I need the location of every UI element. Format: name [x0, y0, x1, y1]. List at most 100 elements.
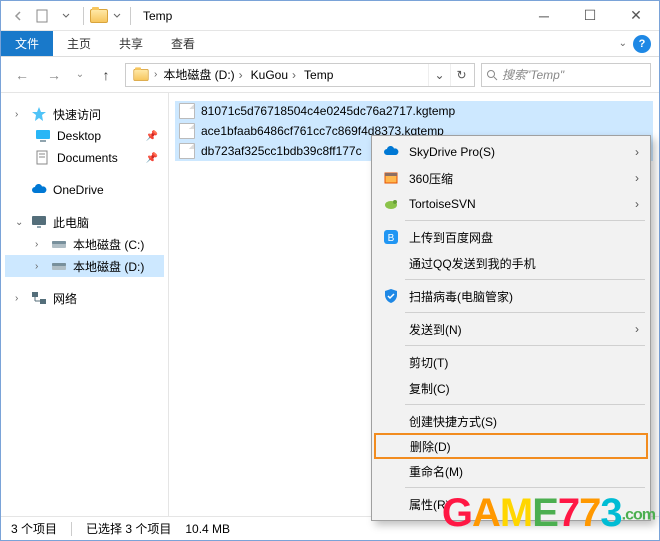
file-name: 81071c5d76718504c4e0245dc76a2717.kgtemp: [201, 104, 455, 118]
chevron-right-icon: ›: [35, 261, 45, 272]
sidebar-item-this-pc[interactable]: ⌄ 此电脑: [5, 211, 164, 233]
refresh-icon[interactable]: ↻: [450, 64, 472, 86]
sidebar-item-drive-c[interactable]: › 本地磁盘 (C:): [5, 233, 164, 255]
label: 重命名(M): [409, 463, 463, 480]
ctx-sendto[interactable]: 发送到(N) ›: [375, 316, 647, 342]
ribbon-tab-view[interactable]: 查看: [157, 31, 209, 56]
navigation-pane: › 快速访问 Desktop 📌 Documents 📌 OneDrive ⌄ …: [1, 93, 169, 516]
ctx-qq[interactable]: 通过QQ发送到我的手机: [375, 250, 647, 276]
folder-icon: [133, 69, 148, 81]
ctx-shortcut[interactable]: 创建快捷方式(S): [375, 408, 647, 434]
folder-icon: [90, 9, 108, 23]
sidebar-item-documents[interactable]: Documents 📌: [5, 147, 164, 169]
chevron-down-icon: ⌄: [15, 217, 25, 228]
ribbon-tab-share[interactable]: 共享: [105, 31, 157, 56]
nav-recent-dropdown[interactable]: ⌄: [73, 62, 87, 88]
separator: [405, 312, 645, 313]
chevron-right-icon: ›: [635, 322, 639, 336]
chevron-right-icon: ›: [635, 145, 639, 159]
desktop-icon: [35, 128, 51, 144]
label: Documents: [57, 151, 118, 165]
svg-text:B: B: [388, 233, 395, 244]
cloud-icon: [31, 182, 47, 198]
label: 通过QQ发送到我的手机: [409, 255, 536, 272]
file-item[interactable]: 81071c5d76718504c4e0245dc76a2717.kgtemp: [175, 101, 653, 121]
minimize-button[interactable]: ─: [521, 1, 567, 31]
label: SkyDrive Pro(S): [409, 145, 495, 159]
pc-icon: [31, 214, 47, 230]
ctx-delete[interactable]: 删除(D): [374, 433, 648, 459]
separator: [405, 220, 645, 221]
window-title: Temp: [143, 9, 172, 23]
separator: [405, 404, 645, 405]
baidu-icon: B: [381, 229, 401, 245]
chevron-right-icon: ›: [635, 197, 639, 211]
address-dropdown-icon[interactable]: ⌄: [428, 64, 450, 86]
qat-dropdown2-icon[interactable]: [110, 5, 124, 27]
shield-icon: [381, 288, 401, 304]
ctx-properties[interactable]: 属性(R): [375, 491, 647, 517]
ctx-tortoisesvn[interactable]: TortoiseSVN ›: [375, 191, 647, 217]
nav-back-button[interactable]: ←: [9, 62, 35, 88]
drive-icon: [51, 236, 67, 252]
address-bar[interactable]: › 本地磁盘 (D:) KuGou Temp ⌄ ↻: [125, 63, 475, 87]
label: Desktop: [57, 129, 101, 143]
quick-access-toolbar: [1, 5, 135, 27]
network-icon: [31, 290, 47, 306]
ctx-rename[interactable]: 重命名(M): [375, 458, 647, 484]
sidebar-item-network[interactable]: › 网络: [5, 287, 164, 309]
tortoise-icon: [381, 196, 401, 212]
breadcrumb[interactable]: Temp: [300, 68, 341, 82]
status-selected: 已选择 3 个项目: [86, 520, 171, 537]
chevron-right-icon: ›: [635, 171, 639, 185]
drive-icon: [51, 258, 67, 274]
ctx-scan[interactable]: 扫描病毒(电脑管家): [375, 283, 647, 309]
label: 上传到百度网盘: [409, 229, 493, 246]
address-bar-row: ← → ⌄ ↑ › 本地磁盘 (D:) KuGou Temp ⌄ ↻ 搜索"Te…: [1, 57, 659, 93]
search-input[interactable]: 搜索"Temp": [481, 63, 651, 87]
label: 属性(R): [409, 496, 450, 513]
context-menu: SkyDrive Pro(S) › 360压缩 › TortoiseSVN › …: [371, 135, 651, 521]
label: TortoiseSVN: [409, 197, 476, 211]
status-size: 10.4 MB: [185, 522, 230, 536]
separator: [83, 7, 84, 25]
documents-icon: [35, 150, 51, 166]
chevron-right-icon: ›: [35, 239, 45, 250]
breadcrumb[interactable]: KuGou: [247, 68, 300, 82]
ribbon-expand-icon[interactable]: ⌄: [619, 38, 627, 49]
label: 发送到(N): [409, 321, 462, 338]
sidebar-item-desktop[interactable]: Desktop 📌: [5, 125, 164, 147]
qat-prev-icon[interactable]: [7, 5, 29, 27]
nav-forward-button[interactable]: →: [41, 62, 67, 88]
ctx-cut[interactable]: 剪切(T): [375, 349, 647, 375]
close-button[interactable]: ✕: [613, 1, 659, 31]
star-icon: [31, 106, 47, 122]
help-icon[interactable]: ?: [633, 35, 651, 53]
qat-doc-icon[interactable]: [31, 5, 53, 27]
ctx-copy[interactable]: 复制(C): [375, 375, 647, 401]
title-bar: Temp ─ ☐ ✕: [1, 1, 659, 31]
sidebar-item-onedrive[interactable]: OneDrive: [5, 179, 164, 201]
file-icon: [179, 123, 195, 139]
pin-icon: 📌: [146, 131, 158, 142]
archive-icon: [381, 170, 401, 186]
label: 快速访问: [53, 106, 101, 123]
ctx-360zip[interactable]: 360压缩 ›: [375, 165, 647, 191]
ribbon-file-tab[interactable]: 文件: [1, 31, 53, 56]
label: 删除(D): [410, 438, 451, 455]
status-count: 3 个项目: [11, 520, 57, 537]
qat-dropdown-icon[interactable]: [55, 5, 77, 27]
maximize-button[interactable]: ☐: [567, 1, 613, 31]
nav-up-button[interactable]: ↑: [93, 62, 119, 88]
sidebar-item-quick-access[interactable]: › 快速访问: [5, 103, 164, 125]
ctx-skydrive[interactable]: SkyDrive Pro(S) ›: [375, 139, 647, 165]
ribbon: 文件 主页 共享 查看 ⌄ ?: [1, 31, 659, 57]
file-icon: [179, 143, 195, 159]
sidebar-item-drive-d[interactable]: › 本地磁盘 (D:): [5, 255, 164, 277]
label: OneDrive: [53, 183, 104, 197]
ribbon-tab-home[interactable]: 主页: [53, 31, 105, 56]
pin-icon: 📌: [146, 153, 158, 164]
label: 创建快捷方式(S): [409, 413, 497, 430]
breadcrumb[interactable]: 本地磁盘 (D:): [159, 66, 246, 83]
ctx-baidu[interactable]: B 上传到百度网盘: [375, 224, 647, 250]
